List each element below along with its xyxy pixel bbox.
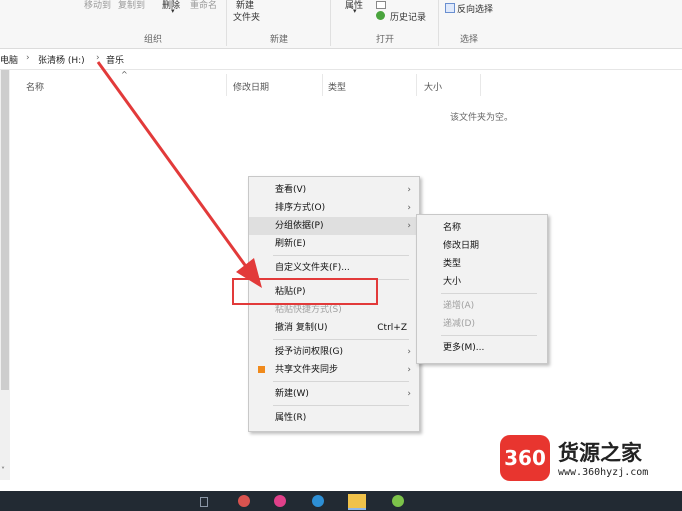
status-bar: [0, 480, 185, 491]
logo-badge: 360: [500, 435, 550, 481]
logo-name: 货源之家: [558, 441, 642, 465]
watermark-logo: 360 货源之家 www.360hyzj.com: [500, 435, 680, 485]
annotation-arrowhead: [236, 258, 262, 288]
task-view-icon[interactable]: [200, 497, 208, 507]
taskbar-app-icon[interactable]: [274, 495, 286, 507]
taskbar-app-icon[interactable]: [392, 495, 404, 507]
file-explorer-icon[interactable]: [348, 494, 366, 510]
taskbar: [0, 491, 682, 511]
taskbar-app-icon[interactable]: [238, 495, 250, 507]
logo-url: www.360hyzj.com: [558, 467, 649, 478]
taskbar-app-icon[interactable]: [312, 495, 324, 507]
annotation-arrow-line: [96, 61, 252, 273]
